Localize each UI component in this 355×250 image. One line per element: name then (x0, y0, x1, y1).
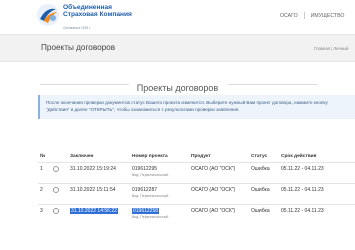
nav-divider (303, 12, 305, 19)
row-date: 31.10.2022 15:19:24 (68, 161, 130, 183)
heading-rule-right (228, 84, 318, 85)
row-project-type: Вид: Первоначальный (132, 193, 169, 198)
col-status-header[interactable]: Статус (249, 152, 279, 162)
col-select-header (51, 152, 68, 162)
row-date: 31.10.2022 15:11:54 (68, 182, 130, 204)
contracts-table: № Заключен Номер проекта Продукт Статус … (38, 152, 355, 225)
row-term: 05.11.22 - 04.11.23 (279, 182, 355, 204)
col-product-header[interactable]: Продукт (189, 152, 249, 162)
row-term: 05.11.22 - 04.11.23 (279, 203, 355, 225)
col-project-header[interactable]: Номер проекта (130, 152, 189, 162)
site-header: Объединенная Страховая Компания Основана… (0, 0, 355, 34)
logo-emblem-icon (37, 4, 59, 26)
heading-rule-left (40, 84, 130, 85)
col-date-header[interactable]: Заключен (68, 152, 130, 162)
breadcrumb[interactable]: Главная | Личный (314, 46, 348, 51)
page-title: Проекты договоров (41, 43, 116, 52)
row-project-number: 019612258 (132, 207, 160, 214)
row-status: Ошибка (249, 161, 279, 183)
table-header-row: № Заключен Номер проекта Продукт Статус … (38, 152, 355, 162)
logo-line-2: Страховая Компания (63, 11, 132, 19)
page-title-bar: Проекты договоров Главная | Личный (0, 34, 355, 62)
info-alert: После окончания проверки документов стат… (38, 95, 355, 119)
row-select-radio[interactable] (53, 186, 59, 193)
company-logo[interactable]: Объединенная Страховая Компания Основана… (36, 3, 166, 33)
nav-property[interactable]: ИМУЩЕСТВО (311, 13, 345, 19)
row-product: ОСАГО (АО "ОСК") (189, 182, 249, 204)
row-project-type: Вид: Первоначальный (132, 172, 169, 177)
row-select-radio[interactable] (53, 207, 59, 214)
row-product: ОСАГО (АО "ОСК") (189, 203, 249, 225)
section-title: Проекты договоров (128, 83, 227, 93)
table-row[interactable]: 1 31.10.2022 15:19:24 019612295 Вид: Перв… (38, 161, 355, 183)
logo-text: Объединенная Страховая Компания (63, 4, 132, 18)
table-row[interactable]: 2 31.10.2022 15:11:54 019612287 Вид: Перв… (38, 182, 355, 204)
row-status: Ошибка (249, 203, 279, 225)
top-navigation: ОСАГО ИМУЩЕСТВО (280, 12, 344, 19)
row-project-type: Вид: Первоначальный (132, 214, 169, 219)
row-number: 3 (38, 203, 51, 225)
row-project-number: 019612287 (132, 186, 158, 193)
logo-line-1: Объединенная (63, 4, 112, 11)
col-term-header[interactable]: Срок действия (279, 152, 355, 162)
row-project-number: 019612295 (132, 165, 158, 172)
nav-osago[interactable]: ОСАГО (280, 13, 298, 19)
row-number: 2 (38, 182, 51, 204)
row-status: Ошибка (249, 182, 279, 204)
row-select-radio[interactable] (53, 165, 59, 172)
row-number: 1 (38, 161, 51, 183)
row-term: 05.11.22 - 04.11.23 (279, 161, 355, 183)
row-product: ОСАГО (АО "ОСК") (189, 161, 249, 183)
col-number-header: № (40, 154, 46, 160)
logo-tagline: Основана в 1993 г. (63, 26, 91, 30)
row-date: 31.10.2022 14:56:22 (70, 207, 118, 214)
table-row[interactable]: 3 31.10.2022 14:56:22 019612258 Вид: Перв… (38, 203, 355, 225)
section-heading: Проекты договоров (0, 78, 355, 96)
